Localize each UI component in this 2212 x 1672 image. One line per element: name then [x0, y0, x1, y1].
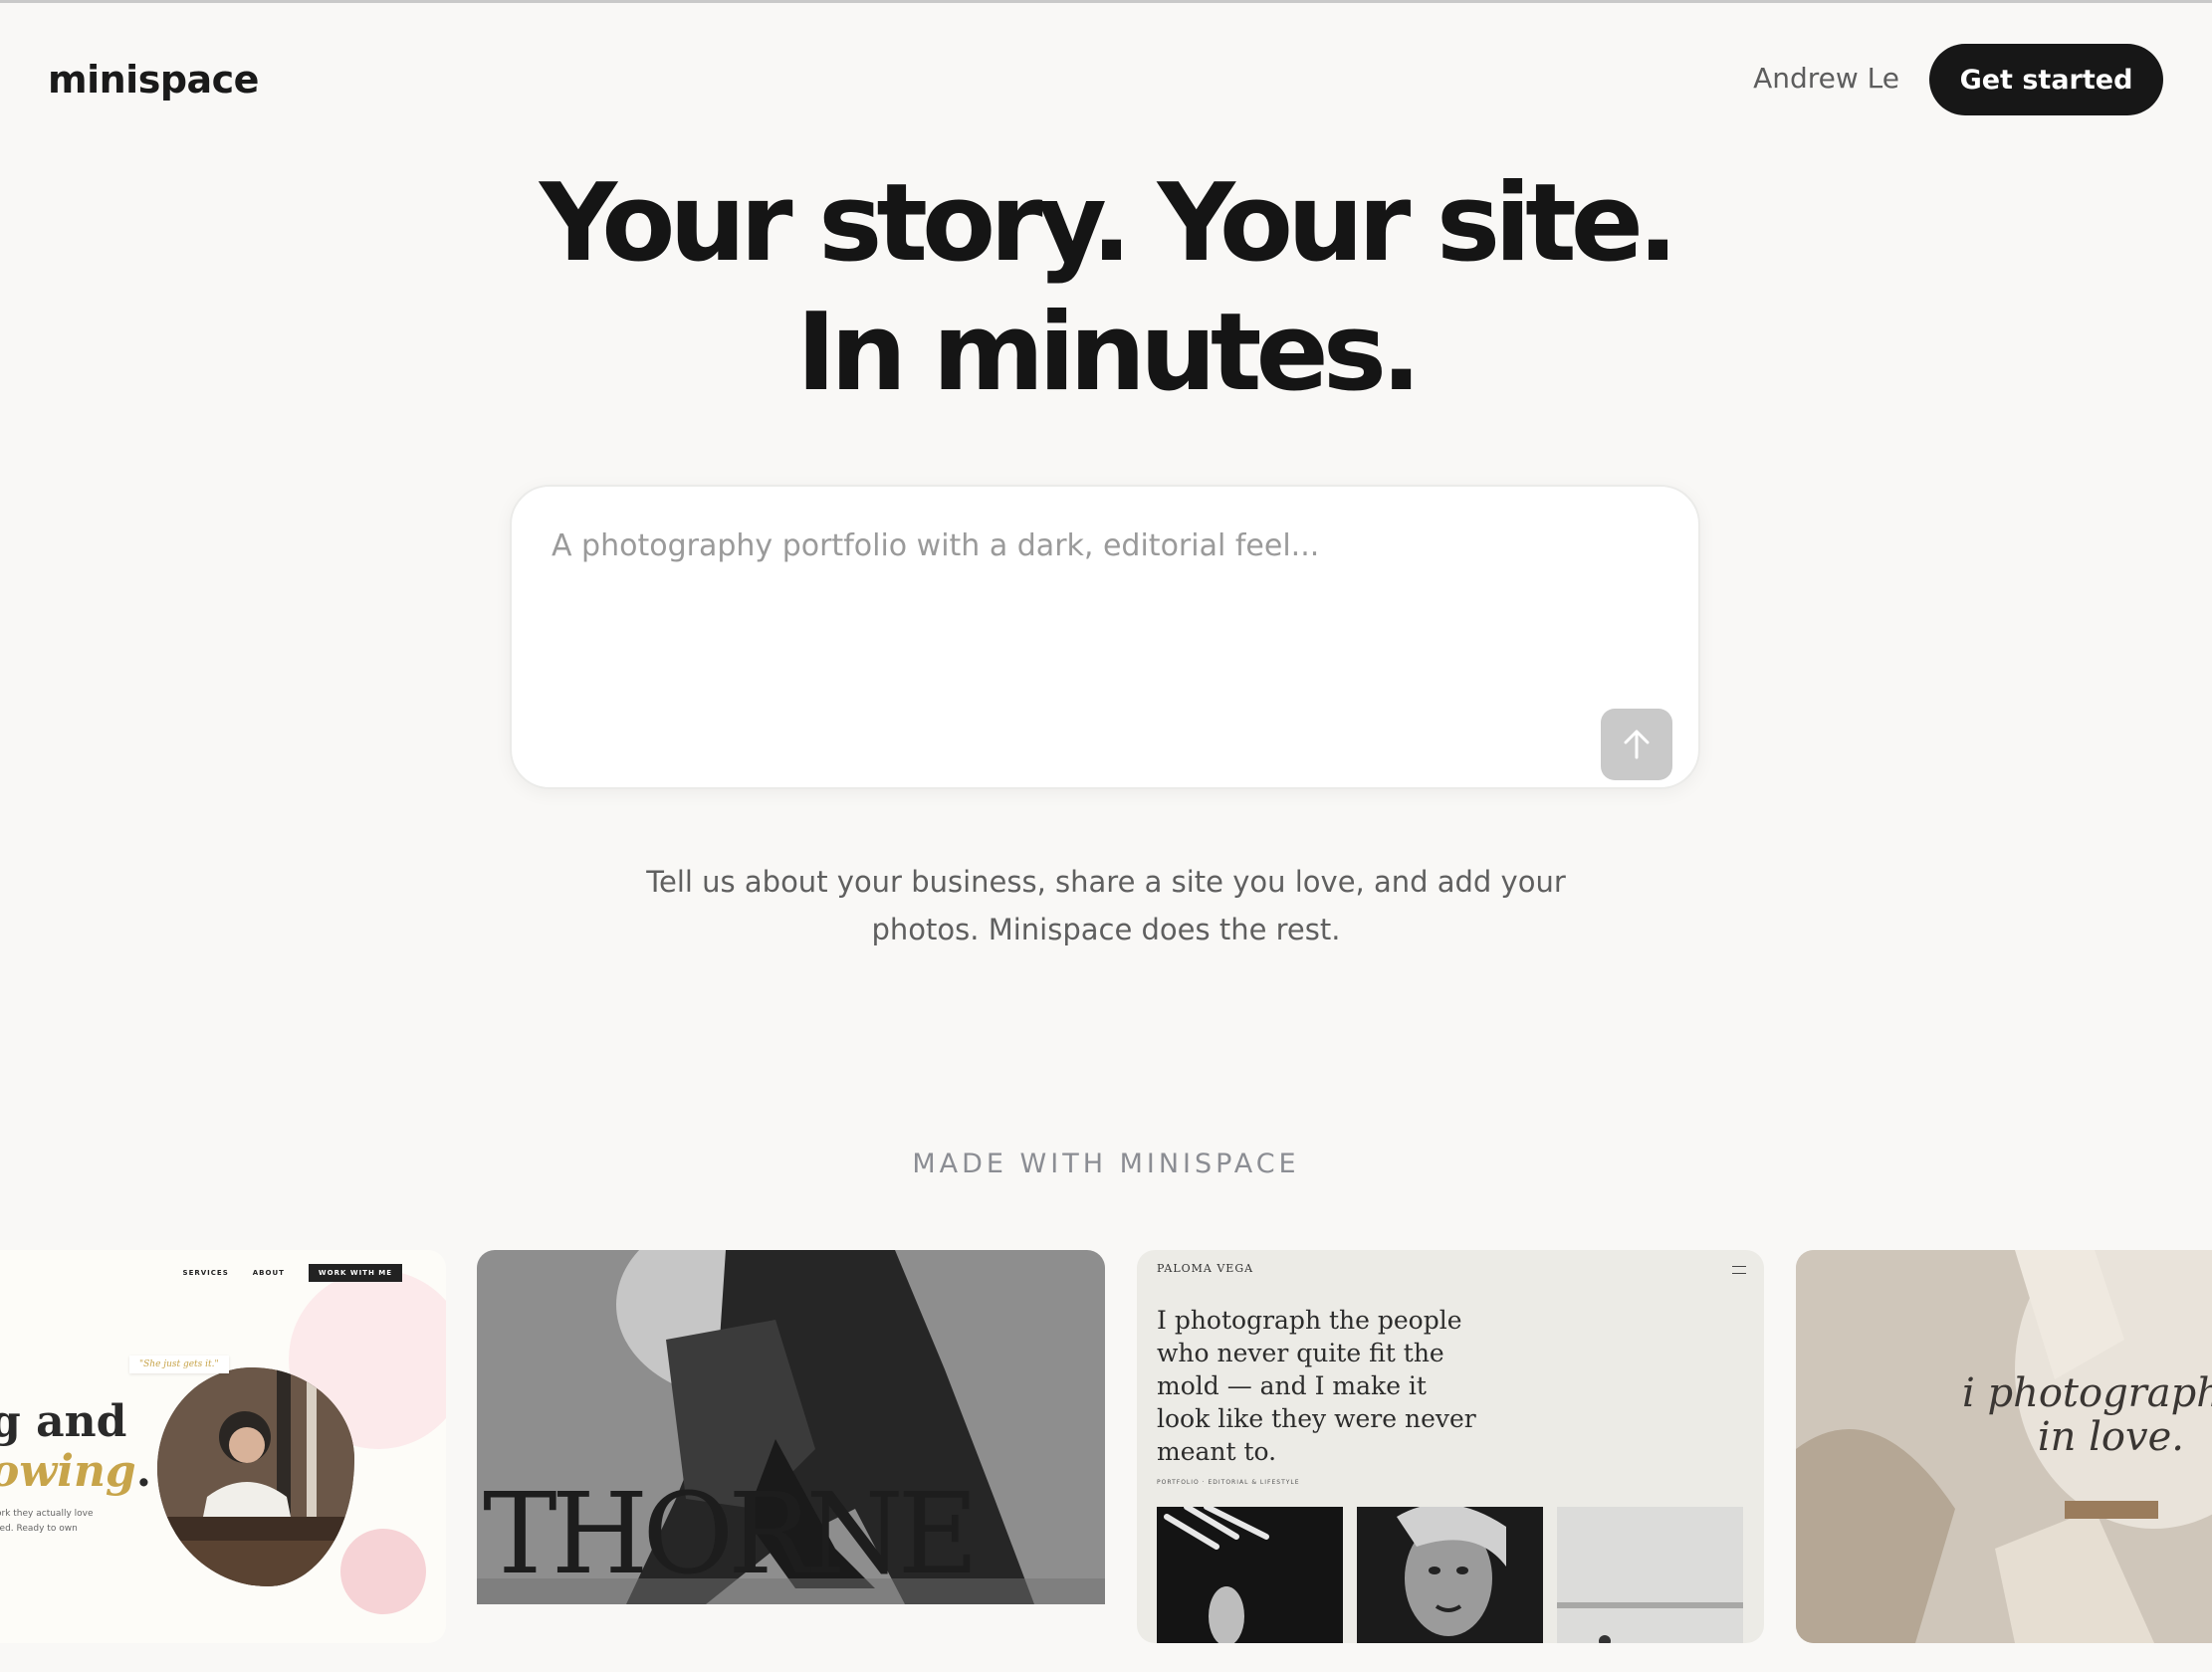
gallery-photo: [1157, 1507, 1343, 1643]
user-account-link[interactable]: Andrew Le: [1753, 62, 1899, 95]
testimonial-quote: "She just gets it.": [129, 1356, 229, 1373]
brand-wordmark: THORNE: [483, 1470, 979, 1599]
hero-line-1: Your story. Your site.: [539, 161, 1678, 286]
card-nav: SERVICES ABOUT WORK WITH ME: [183, 1264, 402, 1282]
hero-heading: Your story. Your site. In minutes.: [0, 159, 2212, 418]
hamburger-menu-icon: [1732, 1266, 1746, 1274]
showcase-card-paloma-vega[interactable]: PALOMA VEGA I photograph the people who …: [1137, 1250, 1764, 1643]
hero-line-2: In minutes.: [795, 291, 1422, 415]
card-headline-line-2: in love.: [2037, 1414, 2184, 1460]
card-body-text: ork they actually love ted. Ready to own: [0, 1509, 94, 1534]
arrow-up-icon: [1624, 730, 1650, 759]
card-headline: i photograph pe in love.: [1945, 1371, 2212, 1459]
gallery-photo: [1557, 1507, 1743, 1643]
intro-description: Tell us about your business, share a sit…: [608, 858, 1604, 953]
send-button[interactable]: [1601, 709, 1672, 780]
showcase-card-couples-photographer[interactable]: i photograph pe in love.: [1796, 1250, 2212, 1643]
card-nav-button: WORK WITH ME: [308, 1264, 402, 1282]
showcase-heading: MADE WITH MINISPACE: [912, 1149, 1300, 1179]
gallery-photo: [1357, 1507, 1543, 1643]
decorative-circle: [340, 1529, 426, 1614]
showcase-card-coaching[interactable]: SERVICES ABOUT WORK WITH ME g and owing.…: [0, 1250, 446, 1643]
card-nav-item: SERVICES: [182, 1269, 229, 1277]
card-headline-punct: .: [135, 1446, 152, 1497]
card-headline-line-1: i photograph pe: [1961, 1370, 2212, 1416]
card-meta: PORTFOLIO · EDITORIAL & LIFESTYLE: [1157, 1479, 1300, 1486]
showcase-card-thorne[interactable]: THORNE: [477, 1250, 1105, 1604]
site-name: PALOMA VEGA: [1157, 1262, 1254, 1275]
prompt-input[interactable]: [550, 526, 1629, 710]
card-nav-item: ABOUT: [252, 1269, 285, 1277]
card-headline: g and owing.: [0, 1397, 151, 1497]
card-headline-line-1: g and: [0, 1396, 127, 1447]
window-top-border: [0, 0, 2212, 3]
get-started-button[interactable]: Get started: [1929, 44, 2163, 115]
brand-logo[interactable]: minispace: [48, 58, 259, 102]
card-headline: I photograph the people who never quite …: [1157, 1306, 1476, 1466]
intro-line-1: Tell us about your business, share a sit…: [646, 865, 1566, 899]
card-headline-accent: owing: [0, 1446, 136, 1497]
portrait-photo: [157, 1367, 354, 1586]
scroll-button: [2065, 1501, 2158, 1519]
prompt-box: [510, 485, 1700, 789]
intro-line-2: photos. Minispace does the rest.: [871, 913, 1341, 946]
